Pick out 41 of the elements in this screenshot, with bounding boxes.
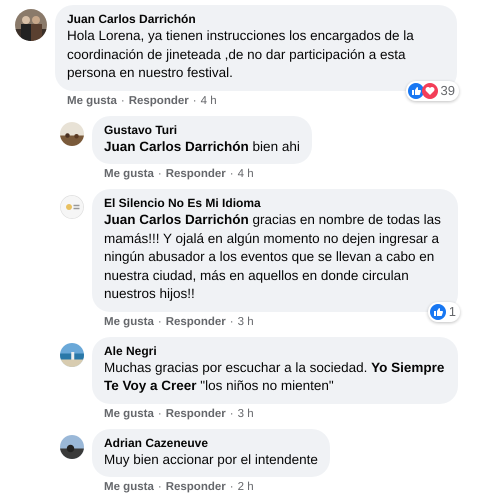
reactions-badge[interactable]: 39 [406,80,459,100]
like-link[interactable]: Me gusta [104,481,154,493]
comment-author[interactable]: El Silencio No Es Mi Idioma [104,196,446,210]
comment-author[interactable]: Juan Carlos Darrichón [67,12,445,26]
separator-dot: · [230,408,234,420]
comment-time[interactable]: 3 h [238,408,254,420]
comment-text: Juan Carlos Darrichón gracias en nombre de todas las mamás!!! Y ojalá en algún momento no dejen ingresar a ningún abusador a los eventos que se llevan a cabo en nuestra ciudad, más en aquellos en donde circulan nuestros hijos!! [104,211,442,303]
reply-link[interactable]: Responder [166,408,226,420]
separator-dot: · [192,94,197,106]
comment-author[interactable]: Adrian Cazeneuve [104,436,318,450]
reactions-badge[interactable]: 1 [428,302,460,322]
separator-dot: · [230,316,234,328]
separator-dot: · [230,168,234,180]
reply-link[interactable]: Responder [166,316,226,328]
reaction-count: 39 [440,83,455,98]
comment-time[interactable]: 2 h [238,481,254,493]
separator-dot: · [120,94,125,106]
comment-time[interactable]: 4 h [238,168,254,180]
comment-text: Juan Carlos Darrichón bien ahi [104,138,300,156]
separator-dot: · [158,168,162,180]
separator-dot: · [158,408,162,420]
reaction-count: 1 [448,304,456,319]
comment-text: Muy bien accionar por el intendente [104,450,318,469]
like-link[interactable]: Me gusta [104,316,154,328]
like-link[interactable]: Me gusta [67,94,117,106]
comment-author[interactable]: Gustavo Turi [104,122,300,136]
separator-dot: · [230,481,234,493]
comment-text: Hola Lorena, ya tienen instrucciones los encargados de la coordinación de jineteada ,de no dar participación a esta persona en nuestro festival. [67,27,415,82]
separator-dot: · [158,481,162,493]
thumbs-up-icon [408,82,424,98]
comment-author[interactable]: Ale Negri [104,344,446,358]
like-link[interactable]: Me gusta [104,168,154,180]
comment-text: Muchas gracias por escuchar a la sociedad. Yo Siempre Te Voy a Creer "los niños no mienten" [104,358,446,395]
reply-link[interactable]: Responder [128,94,189,106]
thumbs-up-icon [430,304,446,320]
comment-time[interactable]: 3 h [238,316,254,328]
reply-link[interactable]: Responder [166,481,226,493]
comment-time[interactable]: 4 h [200,94,217,106]
separator-dot: · [158,316,162,328]
reply-link[interactable]: Responder [166,168,226,180]
like-link[interactable]: Me gusta [104,408,154,420]
